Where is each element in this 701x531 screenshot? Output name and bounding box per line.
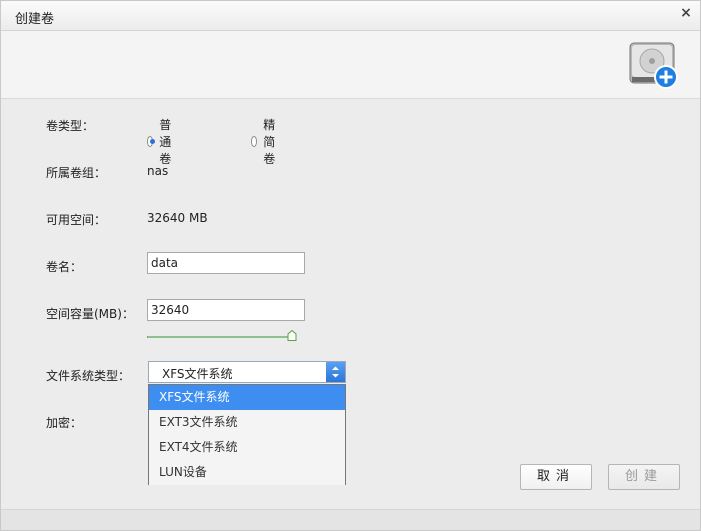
- dialog-footer: [1, 509, 700, 530]
- capacity-slider-handle[interactable]: [287, 330, 297, 341]
- filesystem-label: 文件系统类型：: [46, 369, 131, 383]
- hard-drive-add-icon: [629, 42, 678, 89]
- dropdown-arrow-icon[interactable]: [326, 362, 345, 382]
- volume-group-value: nas: [147, 164, 169, 178]
- filesystem-option-xfs[interactable]: XFS文件系统: [149, 385, 345, 410]
- volume-group-label: 所属卷组：: [46, 166, 107, 180]
- filesystem-dropdown-list: XFS文件系统 EXT3文件系统 EXT4文件系统 LUN设备: [148, 384, 346, 485]
- filesystem-select-value: XFS文件系统: [162, 367, 233, 381]
- dialog-title: 创建卷: [15, 12, 55, 27]
- capacity-label: 空间容量(MB)：: [46, 307, 134, 321]
- dialog-header: [1, 31, 700, 99]
- available-space-value: 32640 MB: [147, 211, 208, 225]
- capacity-slider-track[interactable]: [147, 336, 294, 338]
- radio-normal-volume-label: 普通卷: [159, 118, 172, 166]
- close-icon[interactable]: ×: [679, 6, 693, 20]
- radio-checked-icon[interactable]: [147, 136, 156, 147]
- radio-thin-volume[interactable]: 精简卷: [251, 116, 280, 167]
- capacity-input[interactable]: [147, 299, 305, 321]
- filesystem-select[interactable]: XFS文件系统: [148, 361, 346, 383]
- radio-unchecked-icon[interactable]: [251, 136, 258, 147]
- volume-name-input[interactable]: [147, 252, 305, 274]
- dialog-titlebar: 创建卷 ×: [1, 1, 700, 31]
- filesystem-option-lun[interactable]: LUN设备: [149, 460, 345, 485]
- create-button[interactable]: 创建: [608, 464, 680, 490]
- filesystem-option-ext4[interactable]: EXT4文件系统: [149, 435, 345, 460]
- encryption-label: 加密：: [46, 416, 83, 430]
- create-volume-dialog: 创建卷 × 卷类型： 普通卷 精简卷 所属卷组： nas 可用空间： 32640…: [0, 0, 701, 531]
- volume-type-label: 卷类型：: [46, 119, 95, 133]
- filesystem-option-ext3[interactable]: EXT3文件系统: [149, 410, 345, 435]
- radio-thin-volume-label: 精简卷: [263, 118, 276, 166]
- cancel-button[interactable]: 取消: [520, 464, 592, 490]
- volume-name-label: 卷名：: [46, 260, 83, 274]
- available-space-label: 可用空间：: [46, 213, 107, 227]
- radio-normal-volume[interactable]: 普通卷: [147, 116, 176, 167]
